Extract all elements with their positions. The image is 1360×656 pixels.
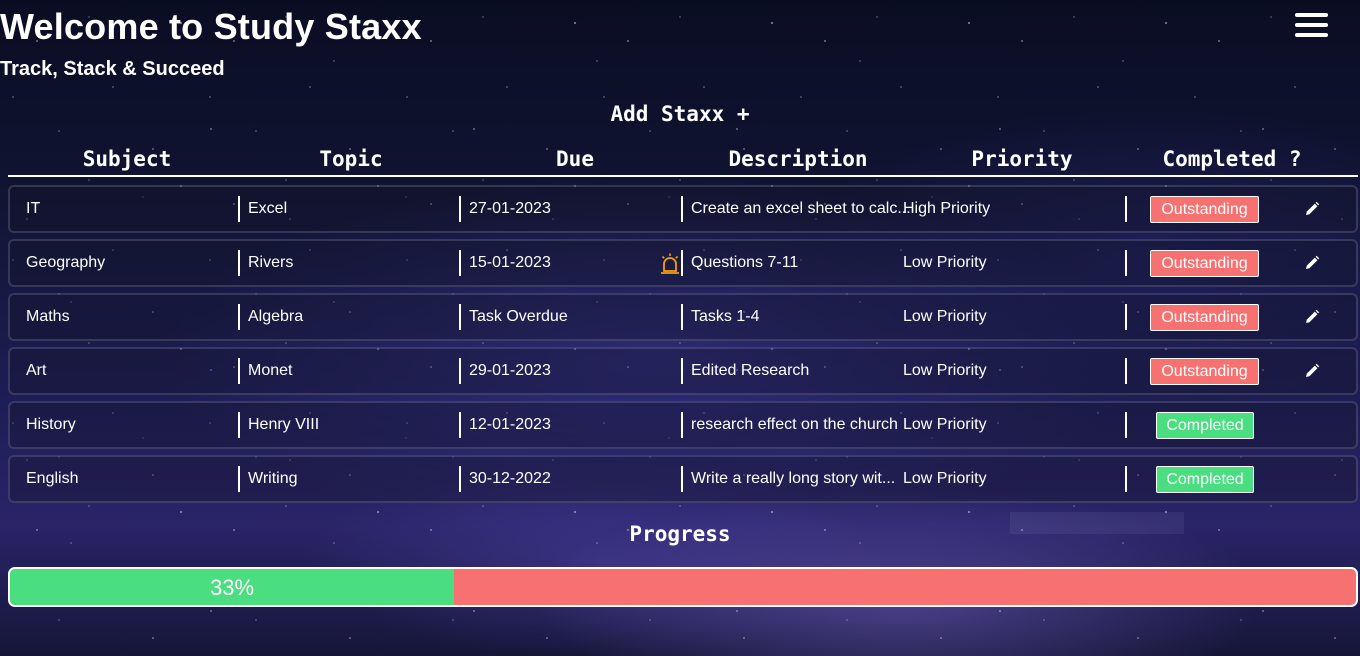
cell-priority: Low Priority xyxy=(903,362,987,379)
cell-description: Questions 7-11 xyxy=(681,250,913,276)
column-divider xyxy=(1125,250,1127,276)
cell-topic: Writing xyxy=(238,466,456,492)
outstanding-badge[interactable]: Outstanding xyxy=(1150,250,1259,277)
table-row: IT Excel 27-01-2023 Create an excel sheet t… xyxy=(8,185,1358,233)
column-divider xyxy=(1125,304,1127,330)
column-divider xyxy=(1125,412,1127,438)
column-header-priority: Priority xyxy=(971,147,1073,171)
cell-description: Edited Research xyxy=(681,358,913,384)
progress-title: Progress xyxy=(629,522,731,546)
cell-priority: High Priority xyxy=(903,200,991,217)
edit-pencil-icon[interactable] xyxy=(1303,308,1321,326)
edit-pencil-icon[interactable] xyxy=(1303,362,1321,380)
column-header-topic: Topic xyxy=(319,147,383,171)
table-row: History Henry VIII 12-01-2023 research effe… xyxy=(8,401,1358,449)
table-row: Art Monet 29-01-2023 Edited Research Low Pri… xyxy=(8,347,1358,395)
column-header-description: Description xyxy=(728,147,868,171)
cell-topic: Excel xyxy=(238,196,456,222)
cell-description: Write a really long story wit... xyxy=(681,466,913,492)
progress-bar: 33% xyxy=(8,567,1358,607)
cell-description: research effect on the church xyxy=(681,412,913,438)
cell-due: 30-12-2022 xyxy=(459,466,657,492)
cell-subject: Art xyxy=(26,362,47,379)
table-row: Geography Rivers 15-01-2023 Questions 7-11 L… xyxy=(8,239,1358,287)
cell-due: 29-01-2023 xyxy=(459,358,657,384)
cell-due: 15-01-2023 xyxy=(459,250,657,276)
cell-topic: Rivers xyxy=(238,250,456,276)
column-header-subject: Subject xyxy=(82,147,172,171)
cell-priority: Low Priority xyxy=(903,254,987,271)
table-header: Subject Topic Due Description Priority C… xyxy=(8,144,1358,177)
cell-topic: Henry VIII xyxy=(238,412,456,438)
cell-priority: Low Priority xyxy=(903,470,987,487)
cell-due: 27-01-2023 xyxy=(459,196,657,222)
cell-subject: English xyxy=(26,470,79,487)
cell-description: Create an excel sheet to calc... xyxy=(681,196,913,222)
column-header-due: Due xyxy=(556,147,594,171)
column-header-completed: Completed ? xyxy=(1162,147,1302,171)
cell-priority: Low Priority xyxy=(903,308,987,325)
progress-percentage: 33% xyxy=(210,575,255,600)
cell-due: 12-01-2023 xyxy=(459,412,657,438)
alarm-icon xyxy=(661,253,679,274)
cell-subject: History xyxy=(26,416,76,433)
cell-subject: IT xyxy=(26,200,41,217)
column-divider xyxy=(1125,466,1127,492)
column-divider xyxy=(1125,358,1127,384)
edit-pencil-icon[interactable] xyxy=(1303,254,1321,272)
cell-subject: Maths xyxy=(26,308,70,325)
add-staxx-button[interactable]: Add Staxx + xyxy=(0,102,1360,126)
cell-due: Task Overdue xyxy=(459,304,657,330)
cell-subject: Geography xyxy=(26,254,106,271)
cell-topic: Algebra xyxy=(238,304,456,330)
outstanding-badge[interactable]: Outstanding xyxy=(1150,358,1259,385)
cell-priority: Low Priority xyxy=(903,416,987,433)
cell-description: Tasks 1-4 xyxy=(681,304,913,330)
outstanding-badge[interactable]: Outstanding xyxy=(1150,304,1259,331)
page-subtitle: Track, Stack & Succeed xyxy=(0,58,225,80)
completed-badge[interactable]: Completed xyxy=(1156,466,1254,493)
table-row: Maths Algebra Task Overdue Tasks 1-4 Low Pri… xyxy=(8,293,1358,341)
completed-badge[interactable]: Completed xyxy=(1156,412,1254,439)
cell-topic: Monet xyxy=(238,358,456,384)
column-divider xyxy=(1125,196,1127,222)
page-title: Welcome to Study Staxx xyxy=(0,6,422,47)
outstanding-badge[interactable]: Outstanding xyxy=(1150,196,1259,223)
table-row: English Writing 30-12-2022 Write a really l… xyxy=(8,455,1358,503)
edit-pencil-icon[interactable] xyxy=(1303,200,1321,218)
hamburger-menu-icon[interactable] xyxy=(1295,13,1329,39)
